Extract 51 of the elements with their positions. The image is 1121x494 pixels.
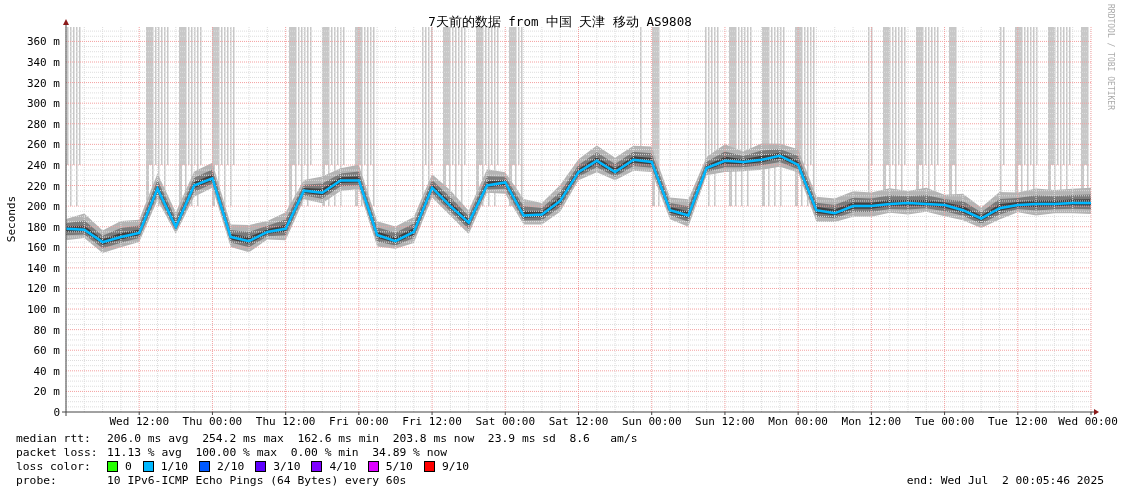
y-tick-label: 280 m [26,117,60,131]
x-tick-label: Mon 00:00 [768,415,828,428]
x-tick-label: Tue 00:00 [914,415,975,428]
x-tick-label: Sat 00:00 [475,415,536,428]
legend-text: 206.0 ms avg 254.2 ms max 162.6 ms min 203.8 ms now 23.9 ms sd 8.6 am/s [107,431,638,445]
x-tick-label: Mon 12:00 [841,415,902,428]
swatch-label: 5/10 [385,459,413,473]
x-tick-label: Sun 12:00 [695,415,755,428]
y-tick-label: 180 m [26,220,60,234]
y-tick-label: 340 m [26,56,60,69]
y-tick-label: 160 m [26,241,60,255]
end-time: end: Wed Jul 2 00:05:46 2025 [906,473,1104,487]
swatch-label: 4/10 [329,459,357,473]
legend-label: probe: [16,473,58,487]
y-tick-label: 220 m [26,179,60,193]
y-tick-label: 20 m [33,385,60,399]
y-tick-label: 240 m [26,158,60,172]
y-tick-label: 360 m [26,35,60,49]
x-tick-label: Thu 12:00 [255,415,316,428]
y-tick-label: 320 m [26,76,60,90]
legend-text: 11.13 % avg 100.00 % max 0.00 % min 34.89 % now [107,445,448,459]
x-tick-label: Fri 00:00 [329,415,389,428]
y-tick-label: 0 [53,406,60,419]
legend-text: 10 IPv6-ICMP Echo Pings (64 Bytes) every 60s [107,473,407,487]
chart-title: 7天前的数据 from 中国 天津 移动 AS9808 [428,14,692,29]
y-tick-label: 100 m [26,303,60,317]
y-tick-label: 60 m [33,344,60,358]
x-tick-label: Sat 12:00 [548,415,609,428]
swatch-label: 3/10 [273,459,301,473]
x-tick-label: Wed 00:00 [1058,415,1118,428]
swatch-label: 9/10 [441,459,470,473]
legend-label: loss color: [16,459,92,473]
axis-title: Seconds [5,195,18,243]
y-tick-label: 200 m [26,200,60,214]
y-tick-label: 260 m [26,138,60,152]
y-tick-label: 140 m [26,261,60,275]
y-tick-label: 300 m [26,97,60,111]
legend-label: median rtt: [16,431,92,445]
swatch-label: 2/10 [217,459,245,473]
credit-text: RRDTOOL / TOBI OETIKER [1106,4,1115,110]
swatch-label: 1/10 [160,459,189,473]
y-tick-label: 120 m [26,282,60,296]
y-tick-label: 80 m [33,323,60,337]
y-tick-label: 40 m [33,364,60,378]
x-tick-label: Tue 12:00 [988,415,1048,428]
legend-label: packet loss: [16,445,99,459]
swatch-label: 0 [125,459,132,473]
x-tick-label: Fri 12:00 [402,415,462,428]
x-tick-label: Sun 00:00 [621,415,682,428]
x-tick-label: Thu 00:00 [182,415,243,428]
x-tick-label: Wed 12:00 [109,415,169,428]
